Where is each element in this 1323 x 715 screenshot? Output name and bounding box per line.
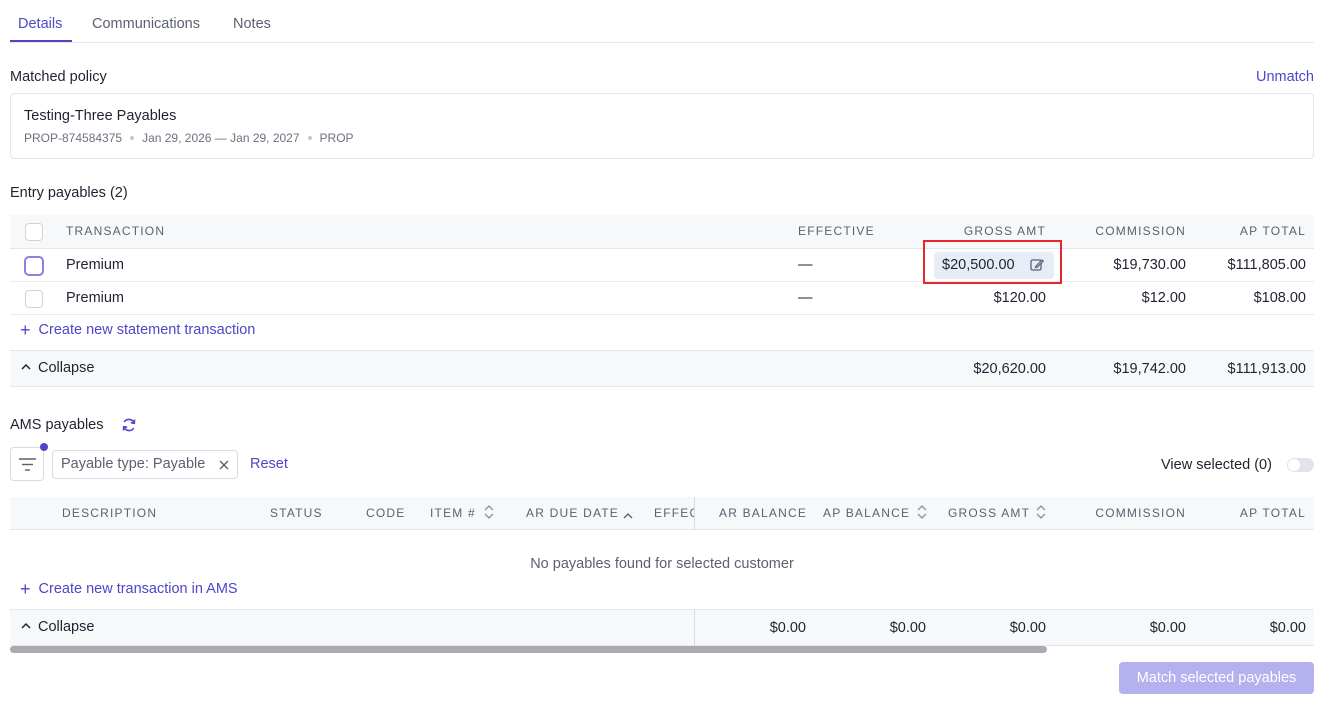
tab-notes[interactable]: Notes — [233, 16, 271, 32]
sort-icon[interactable] — [484, 505, 494, 522]
row-transaction: Premium — [66, 290, 125, 306]
header-commission: COMMISSION — [1095, 224, 1186, 238]
sort-icon[interactable] — [917, 505, 927, 522]
toggle-knob — [1288, 459, 1300, 471]
row-ap-total: $111,805.00 — [1227, 257, 1306, 273]
row-commission: $12.00 — [1141, 290, 1186, 306]
entry-table-header: TRANSACTION EFFECTIVE GROSS AMT COMMISSI… — [10, 215, 1314, 249]
policy-dates: Jan 29, 2026 — Jan 29, 2027 — [142, 131, 300, 145]
header-gross-amt: GROSS AMT — [963, 224, 1046, 238]
header-gross-amt[interactable]: GROSS AMT — [948, 506, 1030, 520]
filter-button[interactable] — [10, 447, 44, 481]
total-gross-amt: $0.00 — [1009, 620, 1046, 636]
chevron-up-icon[interactable] — [20, 619, 32, 635]
policy-name: Testing-Three Payables — [24, 108, 177, 124]
row-gross-amt: $120.00 — [993, 290, 1046, 306]
total-commission: $19,742.00 — [1113, 361, 1186, 377]
create-statement-transaction-label: Create new statement transaction — [38, 322, 256, 338]
header-ar-due-date[interactable]: AR DUE DATE — [526, 506, 619, 520]
ams-table-header: DESCRIPTION STATUS CODE ITEM # AR DUE DA… — [10, 497, 1314, 530]
filter-icon — [19, 458, 36, 471]
row-commission: $19,730.00 — [1113, 257, 1186, 273]
row-transaction: Premium — [66, 257, 125, 273]
sort-ascending-icon[interactable] — [623, 507, 633, 523]
header-effective-clipped: EFFEC — [653, 497, 694, 530]
column-divider — [694, 497, 695, 530]
collapse-button[interactable]: Collapse — [38, 619, 94, 635]
empty-state-message: No payables found for selected customer — [530, 556, 794, 572]
filter-chip[interactable]: Payable type: Payable — [52, 450, 238, 479]
header-ap-balance[interactable]: AP BALANCE — [823, 506, 910, 520]
header-ap-total: AP TOTAL — [1239, 224, 1306, 238]
policy-meta: PROP-874584375 Jan 29, 2026 — Jan 29, 20… — [24, 131, 354, 145]
matched-policy-title: Matched policy — [10, 69, 107, 85]
active-filter-dot — [40, 443, 48, 451]
row-checkbox[interactable] — [25, 290, 43, 308]
collapse-button[interactable]: Collapse — [38, 360, 94, 376]
row-effective: — — [798, 257, 813, 273]
header-ar-balance: AR BALANCE — [719, 506, 808, 520]
separator-dot — [130, 136, 135, 140]
header-code: CODE — [366, 506, 406, 520]
row-checkbox[interactable] — [24, 256, 44, 276]
header-description: DESCRIPTION — [62, 506, 158, 520]
tab-bar: Details Communications Notes — [10, 0, 1314, 43]
create-ams-transaction-label: Create new transaction in AMS — [38, 581, 238, 597]
select-all-checkbox[interactable] — [25, 223, 43, 241]
header-effective: EFFEC — [654, 506, 694, 520]
policy-card: Testing-Three Payables PROP-874584375 Ja… — [10, 93, 1314, 159]
tab-communications[interactable]: Communications — [92, 16, 200, 32]
view-selected-label: View selected (0) — [1161, 457, 1272, 473]
view-selected-toggle[interactable] — [1287, 458, 1314, 472]
policy-number: PROP-874584375 — [24, 131, 123, 145]
entry-collapse-bar: Collapse $20,620.00 $19,742.00 $111,913.… — [10, 350, 1314, 387]
header-commission: COMMISSION — [1095, 506, 1186, 520]
chevron-up-icon[interactable] — [20, 360, 32, 376]
table-row[interactable]: Premium — $19,730.00 $111,805.00 — [10, 249, 1314, 282]
header-status: STATUS — [270, 506, 323, 520]
total-ap-balance: $0.00 — [889, 620, 926, 636]
create-ams-transaction-link[interactable]: + Create new transaction in AMS — [20, 579, 238, 599]
match-selected-payables-button[interactable]: Match selected payables — [1119, 662, 1314, 694]
plus-icon: + — [20, 579, 31, 599]
active-tab-indicator — [10, 40, 72, 42]
tab-details[interactable]: Details — [18, 16, 62, 32]
refresh-icon[interactable] — [121, 417, 137, 436]
total-ap-total: $111,913.00 — [1227, 361, 1306, 377]
total-gross-amt: $20,620.00 — [973, 361, 1046, 377]
separator-dot — [307, 136, 312, 140]
header-transaction: TRANSACTION — [66, 224, 166, 238]
total-ap-total: $0.00 — [1269, 620, 1306, 636]
row-effective: — — [798, 290, 813, 306]
entry-payables-title: Entry payables (2) — [10, 185, 128, 201]
policy-line: PROP — [319, 131, 354, 145]
filter-chip-label: Payable type: Payable — [61, 456, 206, 472]
row-ap-total: $108.00 — [1253, 290, 1306, 306]
sort-icon[interactable] — [1036, 505, 1046, 522]
header-ap-total: AP TOTAL — [1239, 506, 1306, 520]
table-row[interactable]: Premium — $120.00 $12.00 $108.00 — [10, 282, 1314, 315]
header-item-number[interactable]: ITEM # — [430, 506, 476, 520]
unmatch-link[interactable]: Unmatch — [1256, 69, 1314, 85]
horizontal-scrollbar[interactable] — [10, 646, 1047, 653]
plus-icon: + — [20, 320, 31, 340]
ams-payables-title: AMS payables — [10, 417, 104, 433]
reset-link[interactable]: Reset — [250, 456, 288, 472]
create-statement-transaction-link[interactable]: + Create new statement transaction — [20, 320, 256, 340]
close-icon[interactable] — [218, 458, 230, 474]
column-divider — [694, 610, 695, 646]
total-ar-balance: $0.00 — [769, 620, 806, 636]
header-effective: EFFECTIVE — [798, 224, 875, 238]
highlight-annotation — [923, 240, 1062, 284]
ams-collapse-bar: Collapse $0.00 $0.00 $0.00 $0.00 $0.00 — [10, 609, 1314, 646]
total-commission: $0.00 — [1149, 620, 1186, 636]
